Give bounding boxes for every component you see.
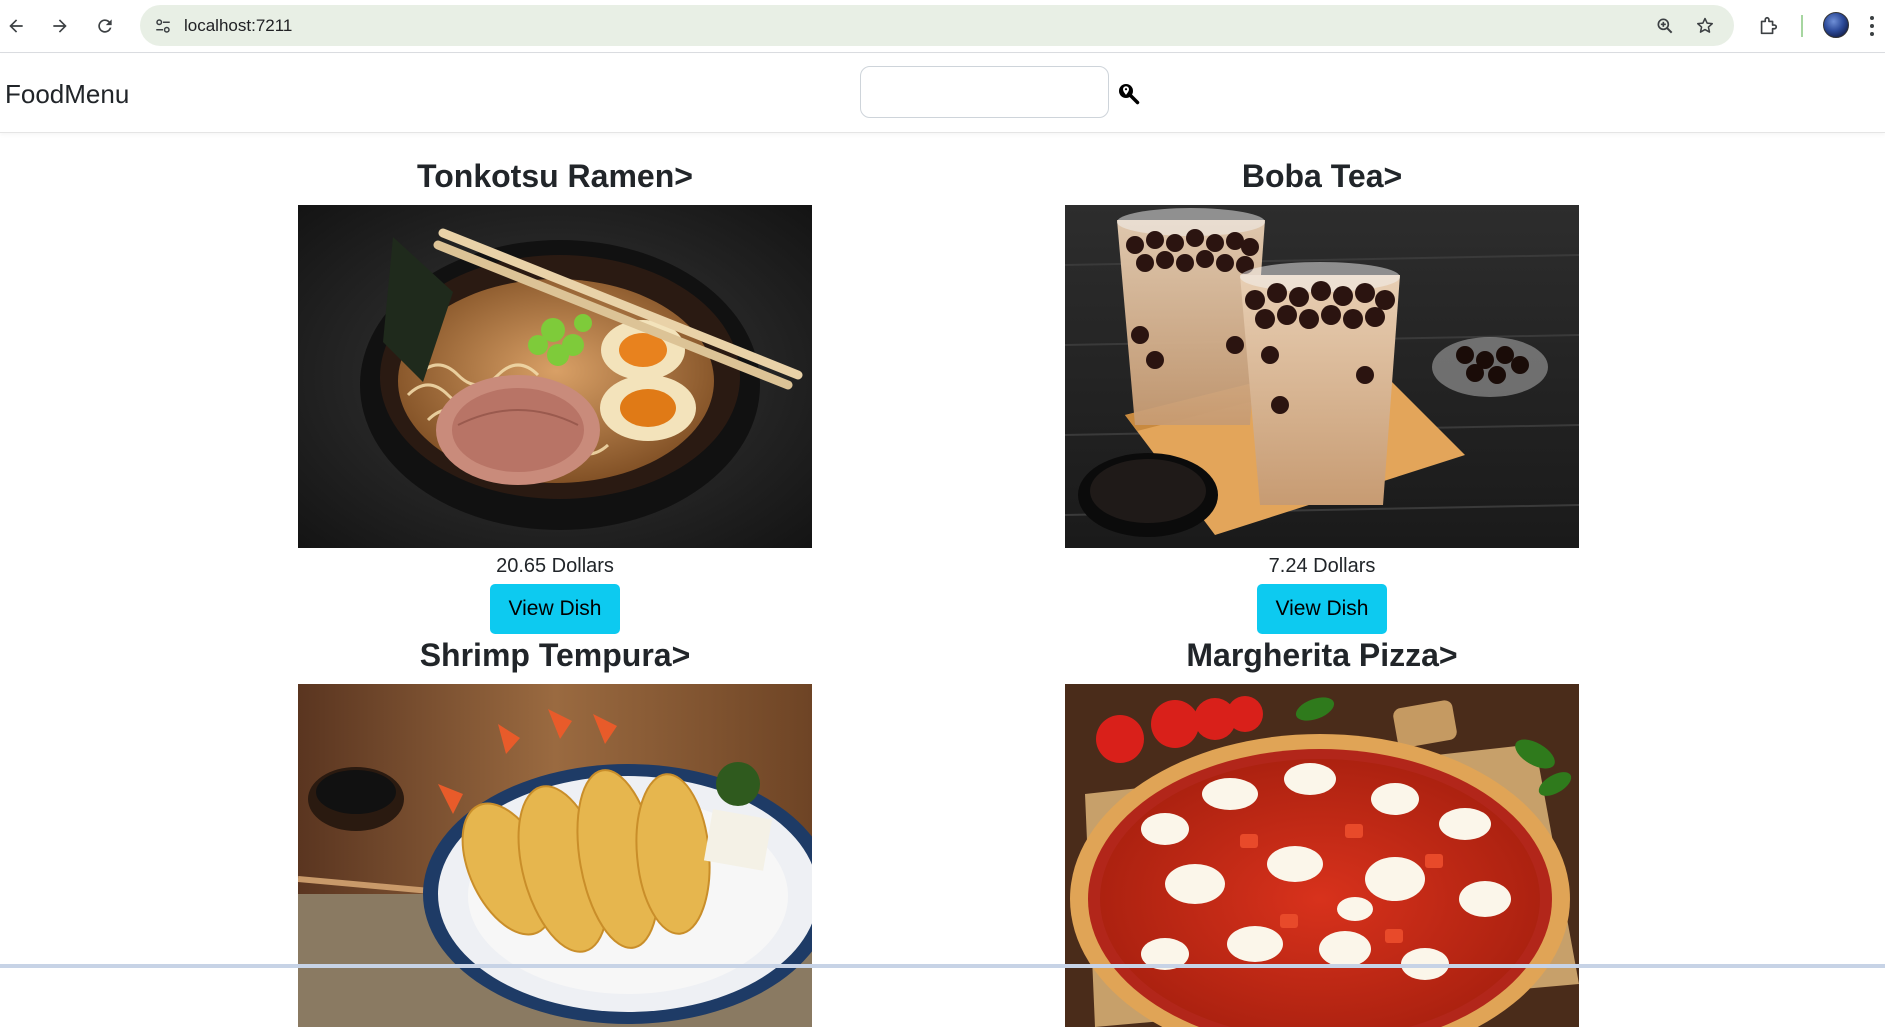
site-info-button[interactable] bbox=[150, 13, 176, 39]
puzzle-icon bbox=[1760, 16, 1778, 35]
dish-image bbox=[298, 205, 812, 548]
dish-image bbox=[1065, 205, 1579, 548]
dish-card: Margherita Pizza> bbox=[1065, 636, 1579, 1027]
arrow-left-icon bbox=[9, 19, 23, 33]
magnify-location-icon bbox=[1119, 84, 1140, 105]
tonkotsu-ramen-photo bbox=[298, 205, 812, 548]
dish-card: Boba Tea> 7.24 Dollars View Dish bbox=[1065, 157, 1579, 634]
forward-button[interactable] bbox=[44, 10, 76, 42]
zoom-button[interactable] bbox=[1652, 13, 1678, 39]
dish-title[interactable]: Shrimp Tempura> bbox=[298, 636, 812, 674]
tune-icon bbox=[156, 19, 170, 33]
dish-card: Tonkotsu Ramen> 20.65 Dollars View Dish bbox=[298, 157, 812, 634]
shrimp-tempura-photo bbox=[298, 684, 812, 1027]
arrow-right-icon bbox=[53, 19, 67, 33]
window-bottom-edge bbox=[0, 964, 1885, 968]
dish-price: 7.24 Dollars bbox=[1268, 555, 1376, 577]
view-dish-button[interactable]: View Dish bbox=[490, 584, 620, 634]
dish-card: Shrimp Tempura> bbox=[298, 636, 812, 1027]
dish-image bbox=[1065, 684, 1579, 1027]
back-button[interactable] bbox=[0, 10, 32, 42]
brand-link[interactable]: FoodMenu bbox=[5, 79, 129, 110]
extensions-button[interactable] bbox=[1752, 10, 1784, 42]
profile-avatar[interactable] bbox=[1823, 12, 1849, 38]
url-text[interactable]: localhost:7211 bbox=[184, 16, 292, 36]
search-input[interactable] bbox=[860, 66, 1109, 118]
margherita-pizza-photo bbox=[1065, 684, 1579, 1027]
reload-button[interactable] bbox=[89, 10, 121, 42]
chrome-menu-button[interactable] bbox=[1862, 12, 1882, 40]
browser-toolbar: localhost:7211 bbox=[0, 0, 1885, 53]
view-dish-button[interactable]: View Dish bbox=[1257, 584, 1387, 634]
boba-tea-photo bbox=[1065, 205, 1579, 548]
dish-title[interactable]: Margherita Pizza> bbox=[1065, 636, 1579, 674]
site-navbar: FoodMenu bbox=[0, 54, 1885, 133]
address-bar[interactable]: localhost:7211 bbox=[140, 5, 1734, 46]
dish-title[interactable]: Tonkotsu Ramen> bbox=[298, 157, 812, 195]
dish-title[interactable]: Boba Tea> bbox=[1065, 157, 1579, 195]
kebab-dot bbox=[1870, 24, 1874, 28]
zoom-in-icon bbox=[1657, 18, 1673, 34]
toolbar-divider bbox=[1801, 15, 1803, 37]
dish-price: 20.65 Dollars bbox=[496, 555, 614, 577]
search-button[interactable] bbox=[1115, 80, 1141, 106]
kebab-icon bbox=[1870, 16, 1874, 20]
kebab-dot bbox=[1870, 32, 1874, 36]
star-icon bbox=[1697, 17, 1713, 33]
dish-image bbox=[298, 684, 812, 1027]
reload-icon bbox=[98, 19, 112, 33]
bookmark-button[interactable] bbox=[1692, 13, 1718, 39]
